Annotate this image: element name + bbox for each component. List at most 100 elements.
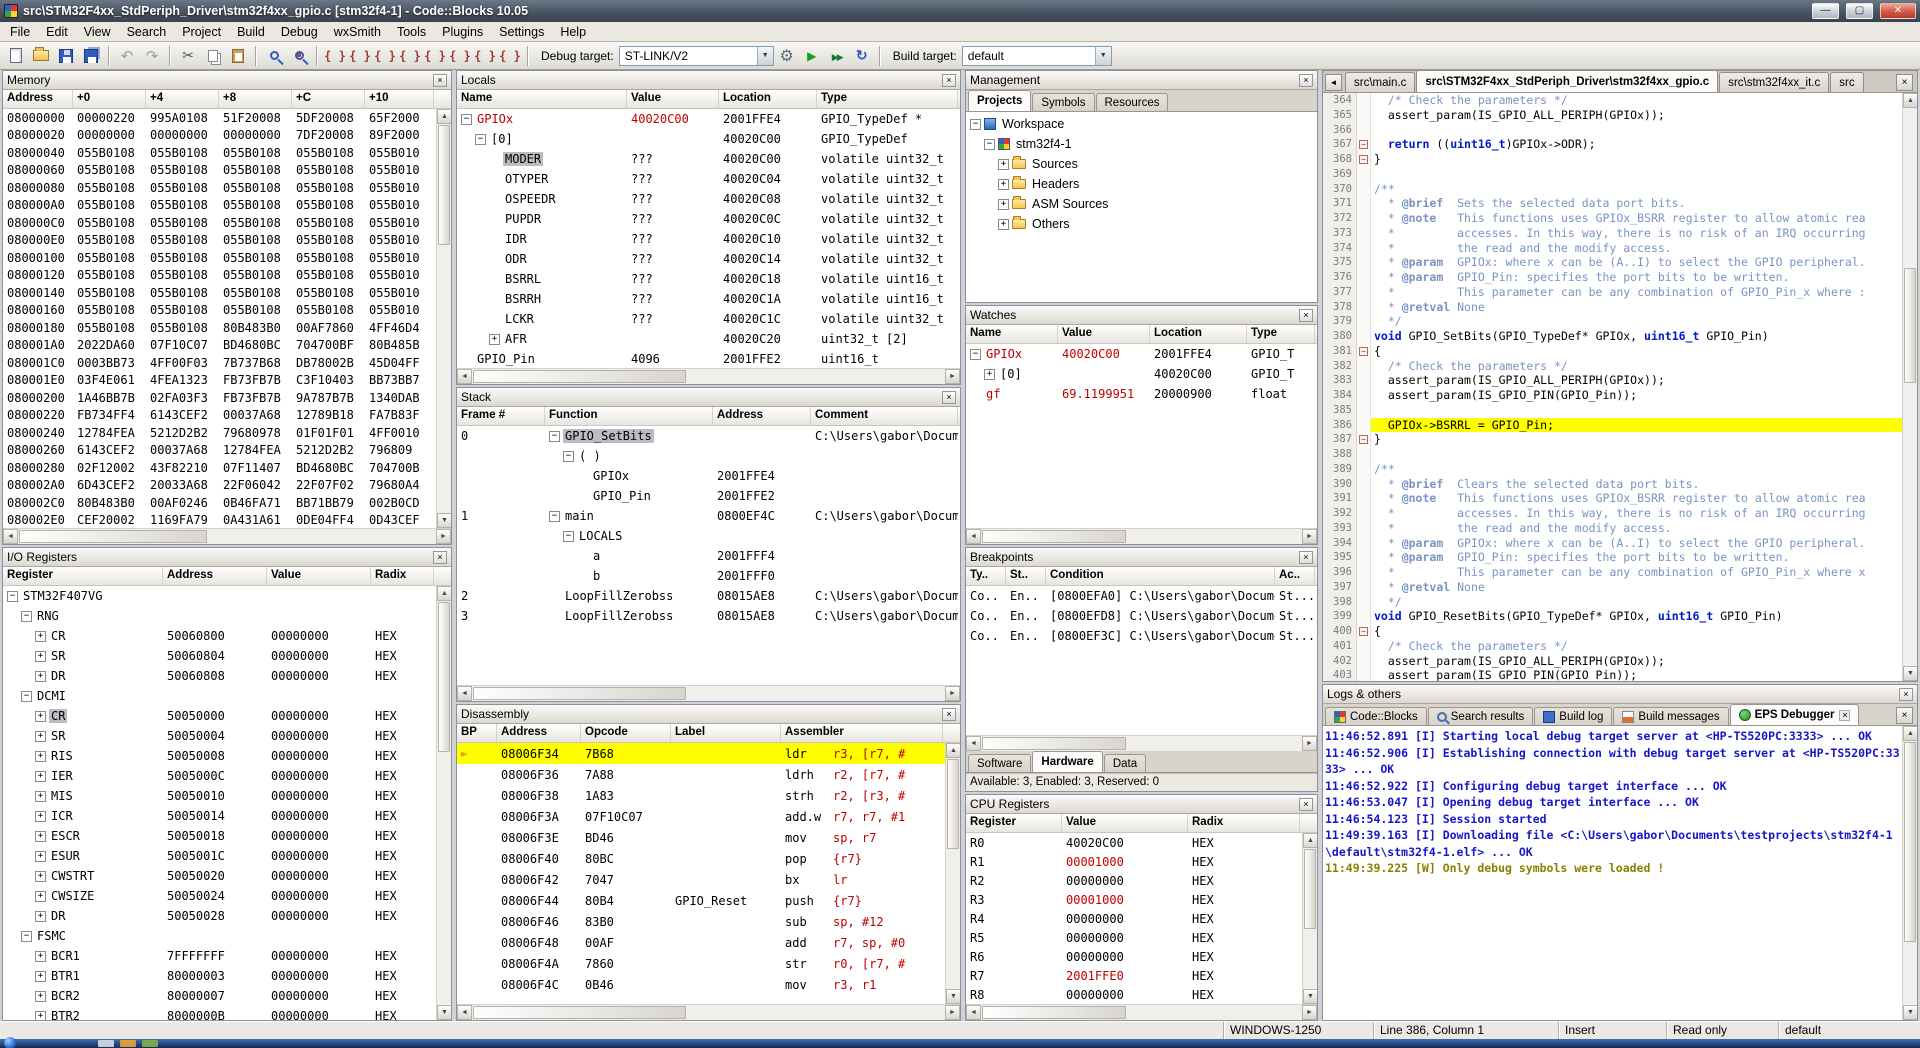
local-variable-row[interactable]: +AFR40020C20uint32_t [2]: [457, 329, 960, 349]
close-icon[interactable]: ×: [942, 708, 956, 721]
menu-debug[interactable]: Debug: [273, 23, 326, 41]
io-register-row[interactable]: +MIS5005001000000000HEX: [3, 786, 436, 806]
maximize-button[interactable]: ▢: [1846, 3, 1873, 19]
disassembly-row[interactable]: 08006F4A7860strr0, [r7, #: [457, 953, 945, 974]
fold-marker-icon[interactable]: −: [1359, 347, 1368, 356]
scroll-down-icon[interactable]: ▼: [437, 1005, 451, 1020]
column-header[interactable]: Frame #: [457, 407, 545, 425]
local-variable-row[interactable]: GPIO_Pin40962001FFE2uint16_t: [457, 349, 960, 368]
column-header[interactable]: Address: [713, 407, 811, 425]
local-variable-row[interactable]: BSRRH???40020C1Avolatile uint16_t: [457, 289, 960, 309]
editor-line[interactable]: 389/**: [1323, 462, 1902, 477]
stack-frame-row[interactable]: a2001FFF4: [457, 546, 960, 566]
memory-row[interactable]: 08000140055B0108055B0108055B0108055B0108…: [3, 284, 436, 302]
memory-vscroll[interactable]: ▲▼: [436, 109, 451, 528]
column-header[interactable]: Comment: [811, 407, 958, 425]
io-register-row[interactable]: +ESCR5005001800000000HEX: [3, 826, 436, 846]
editor-line[interactable]: 403 assert_param(IS_GPIO_PIN(GPIO_Pin));: [1323, 668, 1902, 681]
column-header[interactable]: Type: [817, 90, 958, 108]
editor-line[interactable]: 368−}: [1323, 152, 1902, 167]
memory-row[interactable]: 080002C080B483B000AF02460B46FA71BB71BB79…: [3, 494, 436, 512]
local-variable-row[interactable]: OSPEEDR???40020C08volatile uint32_t: [457, 189, 960, 209]
disassembly-row[interactable]: 08006F4080BCpop{r7}: [457, 848, 945, 869]
column-header[interactable]: Assembler: [781, 724, 943, 742]
close-icon[interactable]: ×: [1299, 551, 1313, 564]
tab-code-blocks[interactable]: Code::Blocks: [1325, 707, 1427, 725]
stack-frame-row[interactable]: −( ): [457, 446, 960, 466]
expand-toggle-icon[interactable]: −: [461, 114, 472, 125]
editor-line[interactable]: 377 * This parameter can be any combinat…: [1323, 285, 1902, 300]
expand-toggle-icon[interactable]: +: [35, 1011, 46, 1021]
editor-line[interactable]: 384 assert_param(IS_GPIO_PIN(GPIO_Pin));: [1323, 388, 1902, 403]
column-header[interactable]: St..: [1006, 567, 1046, 585]
menu-tools[interactable]: Tools: [389, 23, 434, 41]
memory-row[interactable]: 08000060055B0108055B0108055B0108055B0108…: [3, 162, 436, 180]
scroll-down-icon[interactable]: ▼: [1903, 1005, 1917, 1020]
local-variable-row[interactable]: OTYPER???40020C04volatile uint32_t: [457, 169, 960, 189]
stack-frame-row[interactable]: 2LoopFillZerobss08015AE8C:\Users\gabor\D…: [457, 586, 960, 606]
open-file-icon[interactable]: [29, 44, 53, 67]
io-register-row[interactable]: +CR5006080000000000HEX: [3, 626, 436, 646]
disassembly-row[interactable]: 08006F4800AFaddr7, sp, #0: [457, 932, 945, 953]
tree-row[interactable]: +Headers: [966, 174, 1317, 194]
expand-toggle-icon[interactable]: −: [984, 139, 995, 150]
memory-row[interactable]: 08000120055B0108055B0108055B0108055B0108…: [3, 267, 436, 285]
local-variable-row[interactable]: −[0]40020C00GPIO_TypeDef: [457, 129, 960, 149]
cpu-register-row[interactable]: R200000000HEX: [966, 871, 1302, 890]
tab-build-log[interactable]: Build log: [1534, 707, 1612, 725]
cpu-register-row[interactable]: R600000000HEX: [966, 947, 1302, 966]
disassembly-row[interactable]: 08006F3A07F10C07add.wr7, r7, #1: [457, 806, 945, 827]
memory-row[interactable]: 080001E003F4E0614FEA1323FB73FB7BC3F10403…: [3, 372, 436, 390]
cpu-register-row[interactable]: R100001000HEX: [966, 852, 1302, 871]
expand-toggle-icon[interactable]: +: [35, 831, 46, 842]
scroll-left-icon[interactable]: ◄: [457, 686, 472, 701]
memory-row[interactable]: 080002E0CEF200021169FA790A431A610DE04FF4…: [3, 512, 436, 529]
editor-line[interactable]: 367− return ((uint16_t)GPIOx->ODR);: [1323, 137, 1902, 152]
close-icon[interactable]: ×: [433, 551, 447, 564]
memory-row[interactable]: 080000E0055B0108055B0108055B0108055B0108…: [3, 232, 436, 250]
disassembly-row[interactable]: 08006F427047bxlr: [457, 869, 945, 890]
memory-row[interactable]: 08000040055B0108055B0108055B0108055B0108…: [3, 144, 436, 162]
io-register-row[interactable]: −DCMI: [3, 686, 436, 706]
editor-line[interactable]: 380void GPIO_SetBits(GPIO_TypeDef* GPIOx…: [1323, 329, 1902, 344]
close-icon[interactable]: ×: [1299, 74, 1313, 87]
scroll-thumb[interactable]: [438, 125, 450, 245]
breakpoint-row[interactable]: Co..En..[0800EFA0] C:\Users\gabor\Docume…: [966, 586, 1317, 606]
column-header[interactable]: +0: [73, 90, 146, 108]
scroll-down-icon[interactable]: ▼: [1303, 989, 1317, 1004]
menu-build[interactable]: Build: [229, 23, 273, 41]
windows-taskbar[interactable]: [0, 1039, 1920, 1048]
cpu-register-row[interactable]: R72001FFE0HEX: [966, 966, 1302, 985]
scroll-track[interactable]: [946, 758, 960, 989]
editor-vscroll[interactable]: ▲▼: [1902, 93, 1917, 681]
editor-line[interactable]: 373 * accesses. In this way, there is no…: [1323, 226, 1902, 241]
scroll-thumb[interactable]: [947, 759, 959, 849]
scroll-thumb[interactable]: [982, 1006, 1126, 1019]
column-header[interactable]: Function: [545, 407, 713, 425]
save-all-icon[interactable]: [79, 44, 103, 67]
scroll-thumb[interactable]: [1904, 742, 1916, 942]
cpu-register-row[interactable]: R400000000HEX: [966, 909, 1302, 928]
tree-row[interactable]: +Others: [966, 214, 1317, 234]
editor-tab[interactable]: src: [1830, 72, 1863, 92]
scroll-right-icon[interactable]: ►: [945, 686, 960, 701]
column-header[interactable]: Address: [163, 567, 267, 585]
stack-frame-row[interactable]: −LOCALS: [457, 526, 960, 546]
close-icon[interactable]: ×: [1839, 710, 1850, 721]
fold-marker-icon[interactable]: −: [1359, 155, 1368, 164]
cpu-registers-hscroll[interactable]: ◄►: [966, 1004, 1317, 1020]
column-header[interactable]: Name: [966, 325, 1058, 343]
debug-target-combo[interactable]: ST-LINK/V2▼: [619, 46, 774, 66]
local-variable-row[interactable]: IDR???40020C10volatile uint32_t: [457, 229, 960, 249]
fold-marker-icon[interactable]: −: [1359, 435, 1368, 444]
new-file-icon[interactable]: [4, 44, 28, 67]
column-header[interactable]: +C: [292, 90, 365, 108]
stack-hscroll[interactable]: ◄►: [457, 685, 960, 701]
scroll-thumb[interactable]: [473, 370, 686, 383]
editor-line[interactable]: 388: [1323, 447, 1902, 462]
editor-line[interactable]: 378 * @retval None: [1323, 300, 1902, 315]
breakpoint-row[interactable]: Co..En..[0800EFD8] C:\Users\gabor\Docume…: [966, 606, 1317, 626]
menu-help[interactable]: Help: [552, 23, 594, 41]
editor-line[interactable]: 372 * @note This functions uses GPIOx_BS…: [1323, 211, 1902, 226]
close-icon[interactable]: ×: [942, 74, 956, 87]
